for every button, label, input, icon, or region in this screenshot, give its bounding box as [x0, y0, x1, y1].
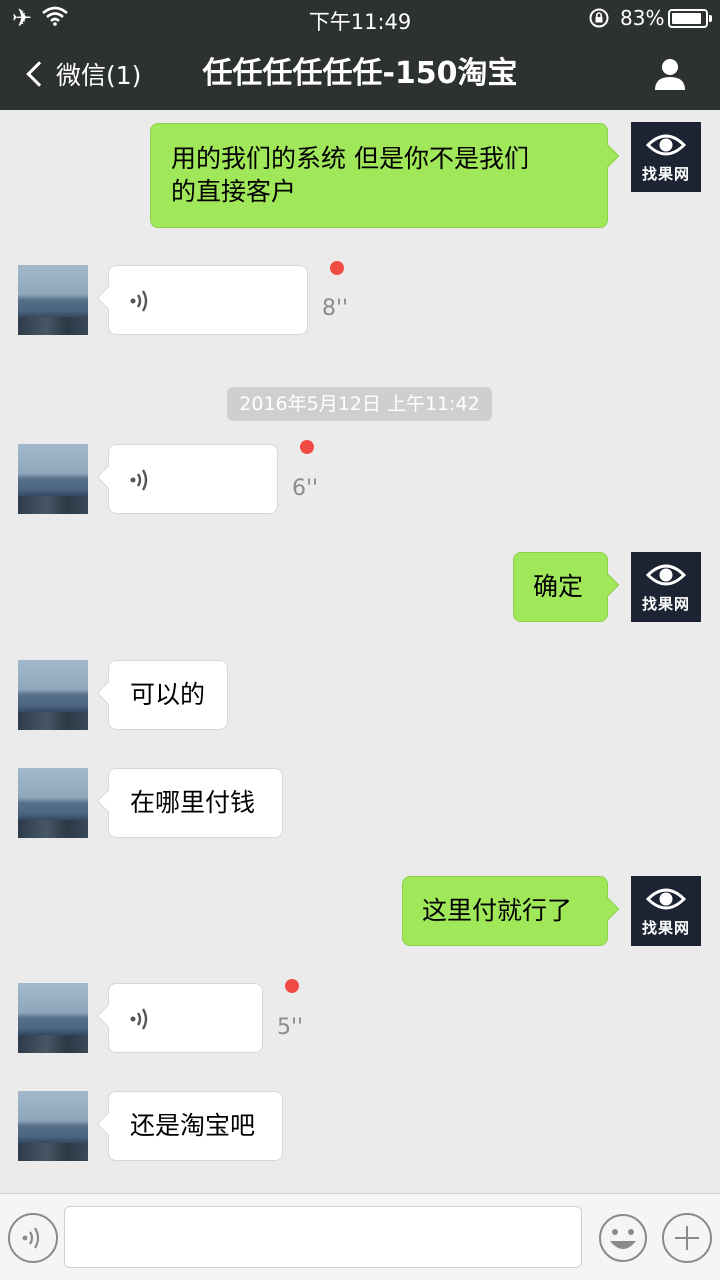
- message-bubble-incoming[interactable]: 在哪里付钱: [96, 768, 283, 838]
- eye-icon: [646, 134, 686, 156]
- chat-title: 任任任任任任-150淘宝: [202, 56, 518, 91]
- eye-icon: [646, 564, 686, 586]
- chevron-left-icon: [26, 61, 52, 87]
- message-text: 在哪里付钱: [130, 788, 256, 817]
- message-text: 确定: [533, 572, 584, 601]
- voice-input-button[interactable]: [8, 1213, 58, 1263]
- unread-dot: [300, 440, 314, 454]
- eye-icon: [646, 888, 686, 910]
- rotation-lock-icon: [589, 8, 609, 28]
- back-label: 微信(1): [56, 61, 142, 90]
- message-text: 用的我们的系统 但是你不是我们: [171, 144, 529, 173]
- avatar-text: 找果网: [641, 165, 690, 183]
- message-text: 这里付就行了: [422, 896, 573, 925]
- message-text: 的直接客户: [171, 177, 297, 206]
- message-text: 还是淘宝吧: [130, 1111, 256, 1140]
- message-bubble-incoming[interactable]: 还是淘宝吧: [96, 1091, 283, 1161]
- voice-duration: 6'': [292, 476, 319, 501]
- voice-duration: 5'': [277, 1015, 304, 1040]
- contact-avatar[interactable]: [18, 265, 88, 335]
- contact-avatar[interactable]: [18, 1091, 88, 1161]
- status-bar: ✈ 下午11:49 83%: [0, 0, 720, 36]
- back-button[interactable]: 微信(1): [22, 54, 141, 94]
- voice-wave-icon: [130, 469, 148, 491]
- battery-icon: [668, 9, 712, 28]
- status-time: 下午11:49: [308, 10, 412, 34]
- message-bubble-outgoing[interactable]: 确定: [513, 552, 620, 622]
- avatar-text: 找果网: [641, 919, 690, 937]
- contact-avatar[interactable]: [18, 768, 88, 838]
- message-bubble-outgoing[interactable]: 这里付就行了: [402, 876, 620, 946]
- contact-avatar[interactable]: [18, 444, 88, 514]
- avatar-text: 找果网: [641, 595, 690, 613]
- self-avatar[interactable]: 找果网: [631, 552, 701, 622]
- user-icon[interactable]: [652, 56, 688, 92]
- unread-dot: [330, 261, 344, 275]
- voice-wave-icon: [130, 290, 148, 312]
- voice-duration: 8'': [322, 296, 349, 321]
- header: ✈ 下午11:49 83% 微信(1) 任任任任任任-150淘宝: [0, 0, 720, 110]
- message-bubble-outgoing[interactable]: 用的我们的系统 但是你不是我们 的直接客户: [150, 123, 620, 228]
- plus-icon[interactable]: [662, 1213, 712, 1263]
- contact-avatar[interactable]: [18, 983, 88, 1053]
- voice-icon: [22, 1227, 40, 1249]
- voice-message-bubble[interactable]: [96, 265, 308, 335]
- voice-message-bubble[interactable]: [96, 444, 278, 514]
- voice-message-bubble[interactable]: [96, 983, 263, 1053]
- self-avatar[interactable]: 找果网: [631, 122, 701, 192]
- unread-dot: [285, 979, 299, 993]
- input-bar: [0, 1193, 720, 1280]
- message-input[interactable]: [64, 1206, 582, 1268]
- timestamp: 2016年5月12日 上午11:42: [227, 387, 492, 421]
- voice-wave-icon: [130, 1008, 148, 1030]
- battery-percent: 83%: [620, 6, 665, 30]
- message-bubble-incoming[interactable]: 可以的: [96, 660, 228, 730]
- self-avatar[interactable]: 找果网: [631, 876, 701, 946]
- contact-avatar[interactable]: [18, 660, 88, 730]
- emoji-icon[interactable]: [598, 1213, 648, 1263]
- message-text: 可以的: [130, 680, 206, 709]
